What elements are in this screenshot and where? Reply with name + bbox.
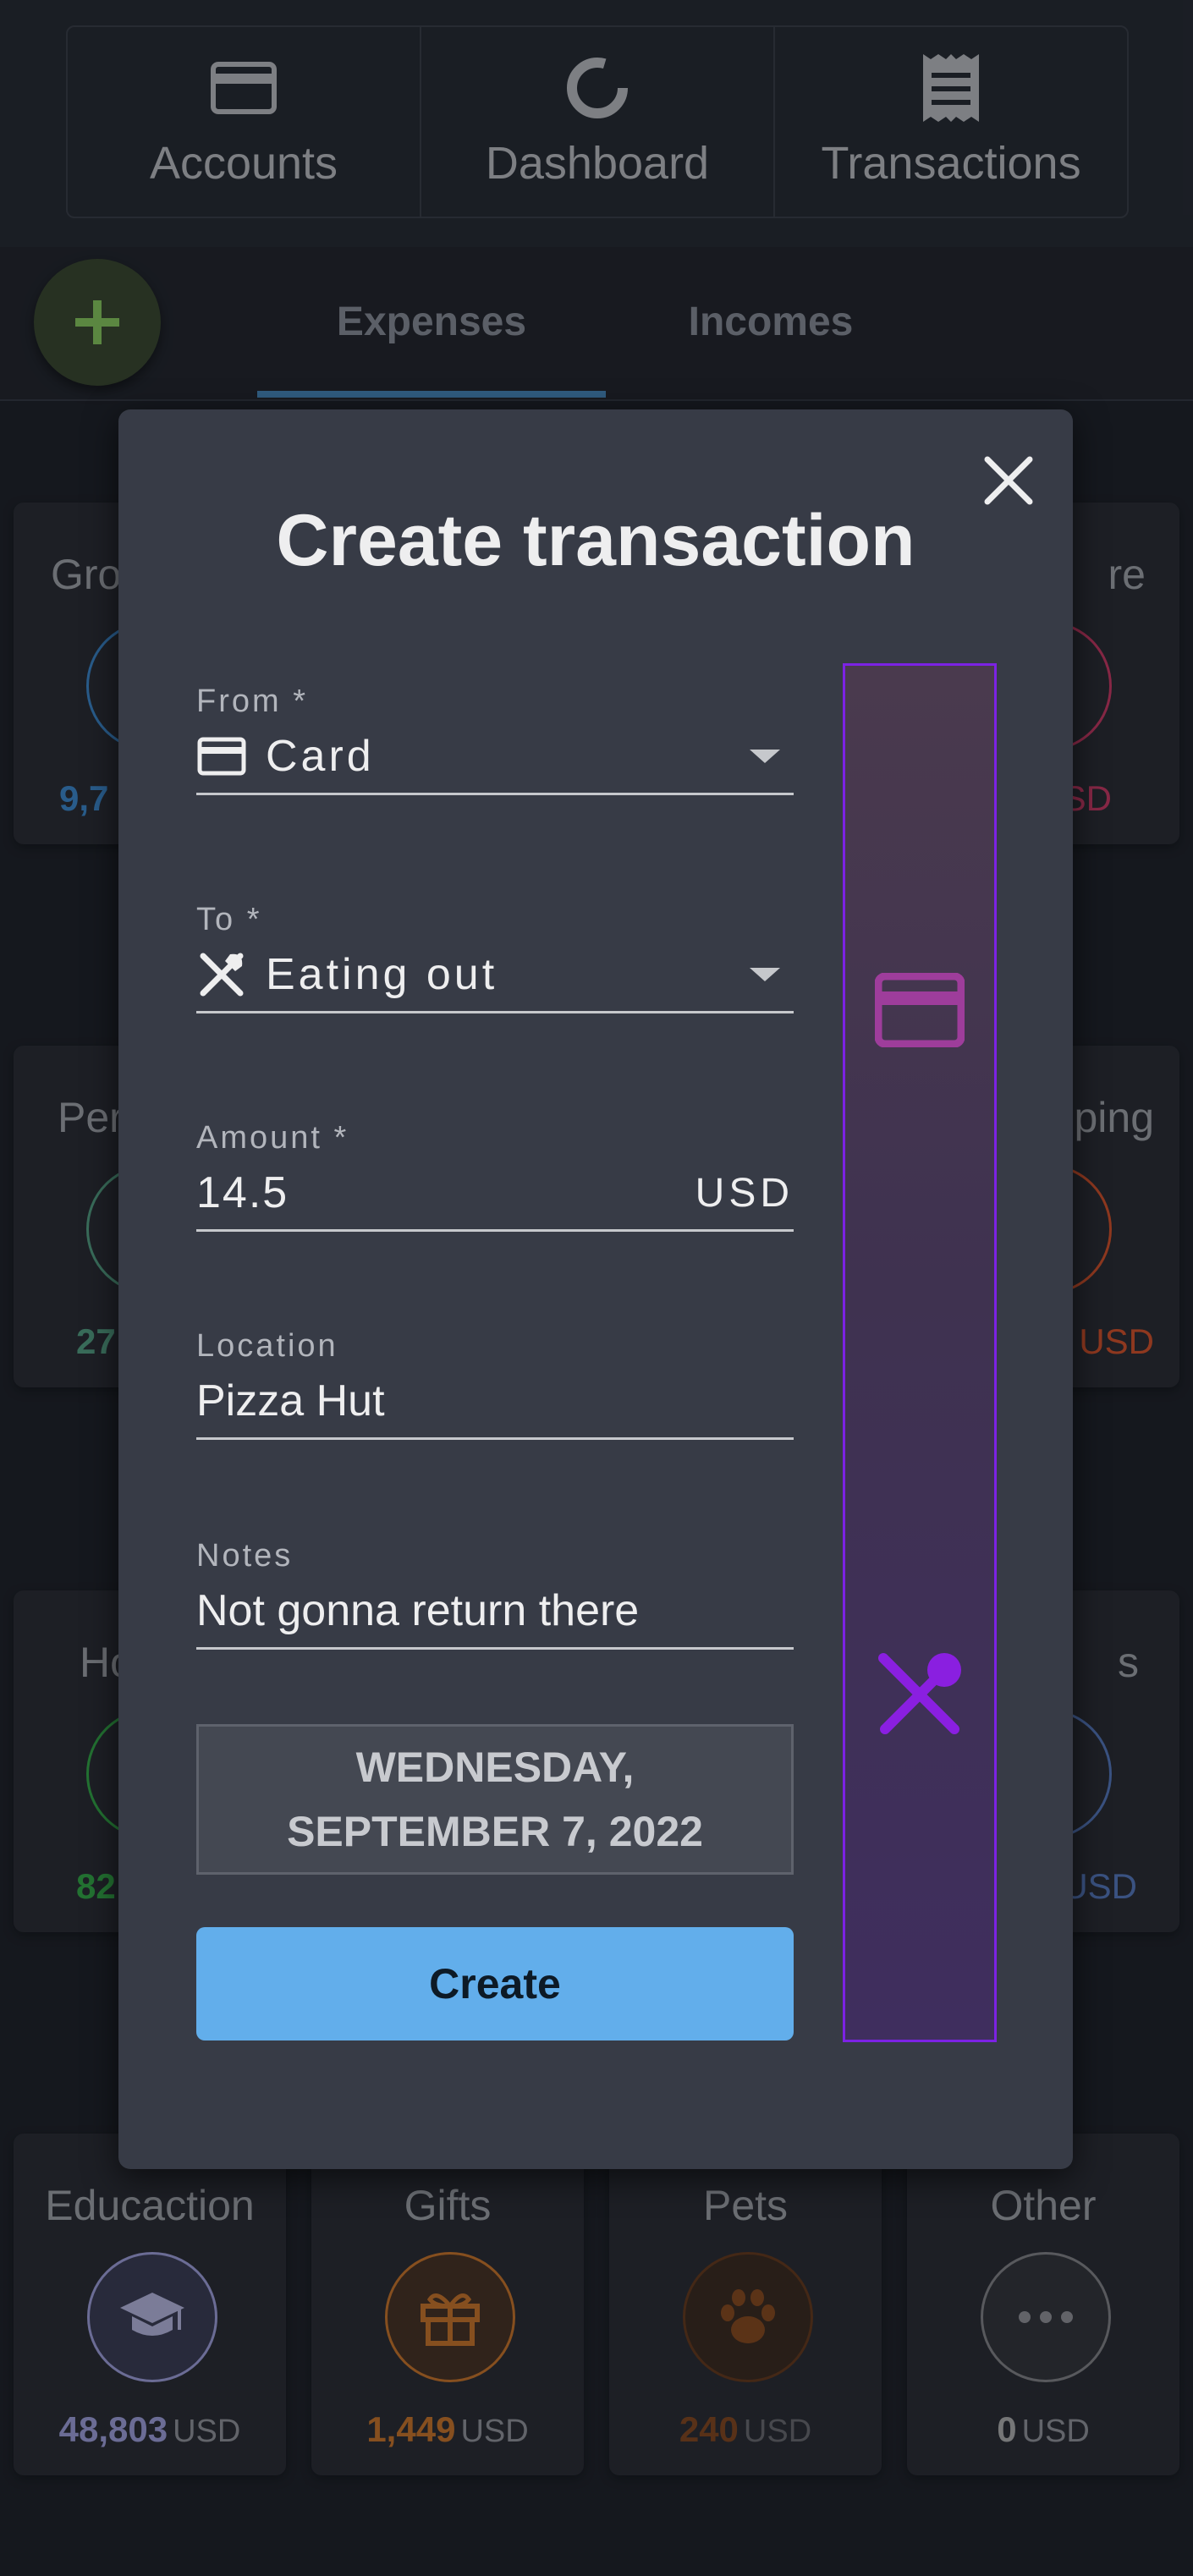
chevron-down-icon: [750, 750, 780, 763]
from-field-label: From *: [196, 684, 308, 719]
amount-value: 14.5: [196, 1168, 289, 1217]
amount-input[interactable]: 14.5 USD: [196, 1156, 794, 1232]
fork-spoon-icon: [875, 1650, 965, 1739]
dialog-title: Create transaction: [276, 500, 915, 581]
notes-field-label: Notes: [196, 1538, 294, 1574]
transaction-flow-bar: [843, 663, 997, 2042]
from-value: Card: [266, 732, 375, 781]
to-select[interactable]: Eating out: [196, 938, 794, 1013]
from-select[interactable]: Card: [196, 720, 794, 795]
to-field: To * Eating out: [196, 902, 794, 1013]
to-field-label: To *: [196, 902, 262, 937]
location-input[interactable]: Pizza Hut: [196, 1365, 794, 1440]
from-field: From * Card: [196, 684, 794, 795]
currency-label: USD: [695, 1170, 794, 1216]
close-icon: [984, 456, 1033, 505]
notes-value: Not gonna return there: [196, 1586, 640, 1635]
fork-knife-icon: [196, 949, 247, 1000]
to-value: Eating out: [266, 950, 498, 999]
notes-field: Notes Not gonna return there: [196, 1538, 794, 1650]
date-picker-button[interactable]: WEDNESDAY, SEPTEMBER 7, 2022: [196, 1724, 794, 1875]
notes-input[interactable]: Not gonna return there: [196, 1574, 794, 1650]
credit-card-icon: [874, 972, 965, 1048]
location-field: Location Pizza Hut: [196, 1328, 794, 1440]
amount-field: Amount * 14.5 USD: [196, 1120, 794, 1232]
credit-card-icon: [196, 731, 247, 782]
amount-field-label: Amount *: [196, 1120, 349, 1156]
chevron-down-icon: [750, 968, 780, 981]
location-field-label: Location: [196, 1328, 338, 1364]
create-button[interactable]: Create: [196, 1927, 794, 2040]
location-value: Pizza Hut: [196, 1376, 385, 1425]
